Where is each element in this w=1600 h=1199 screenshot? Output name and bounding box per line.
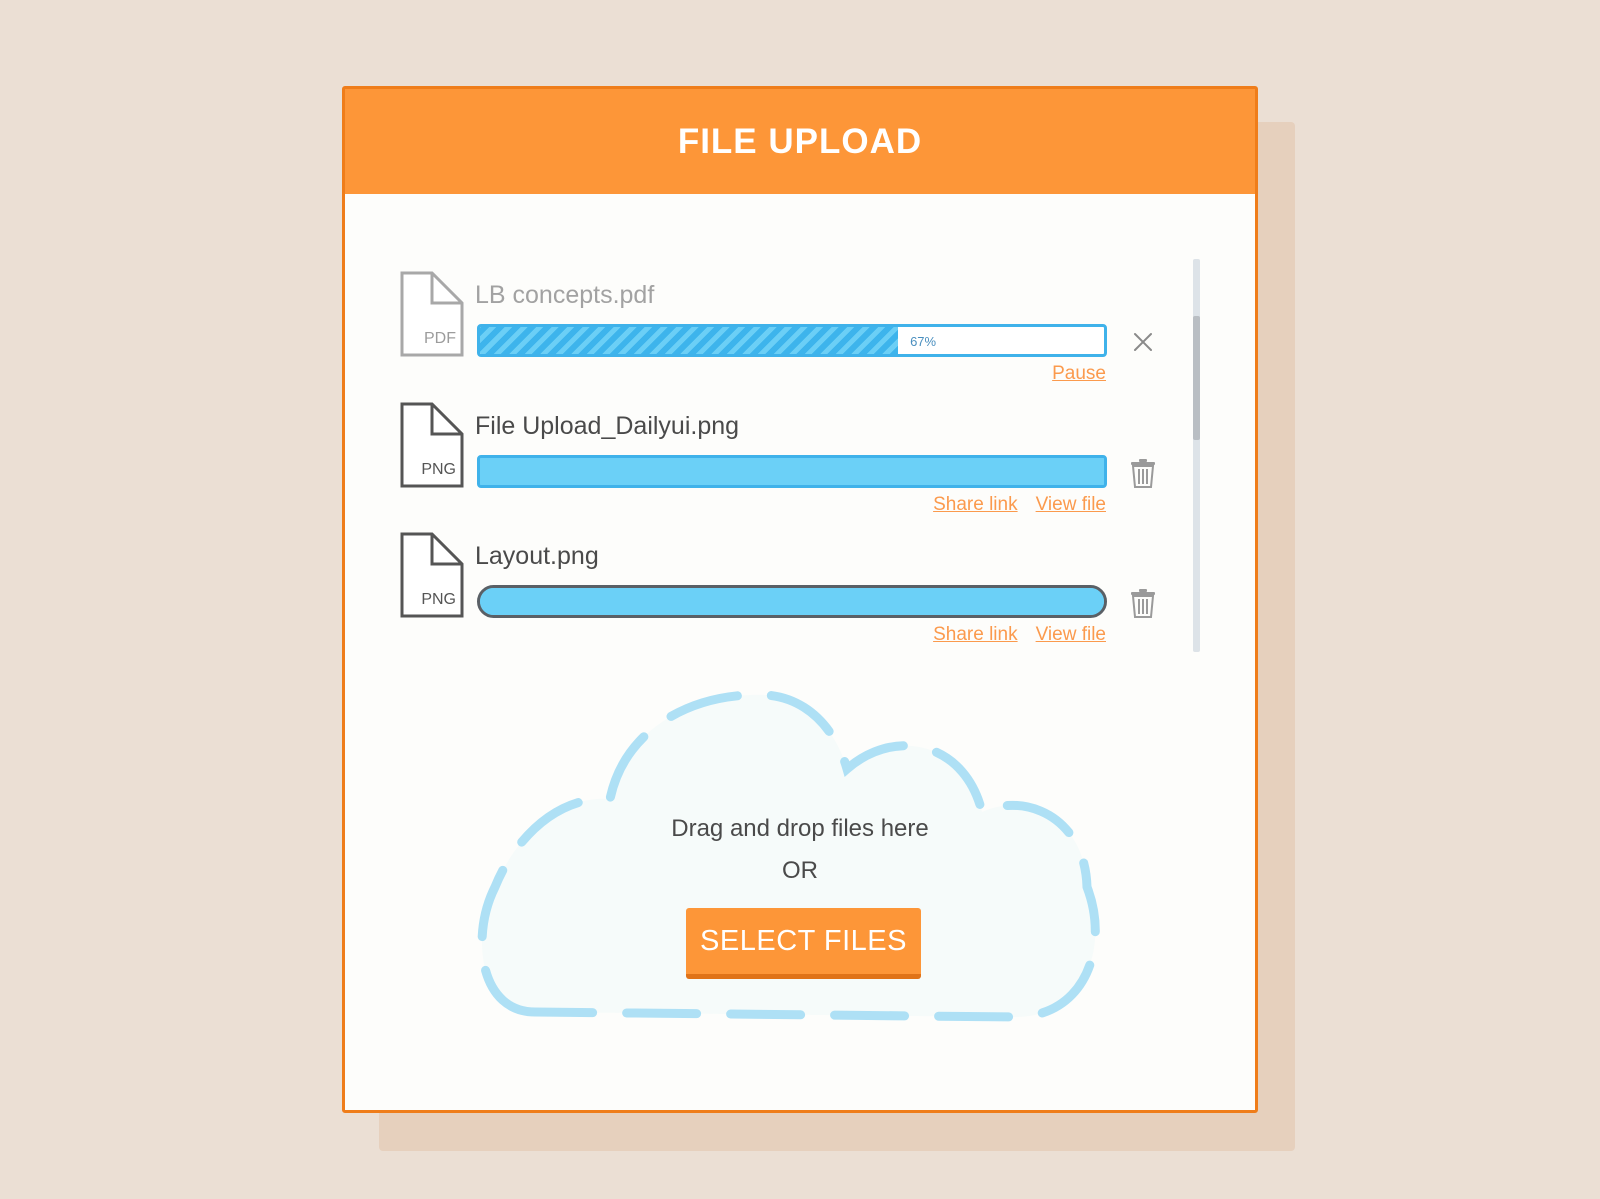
list-item: PNG Layout.png Share link View file xyxy=(345,532,1255,652)
drop-instructions: Drag and drop files here xyxy=(671,815,929,842)
png-file-icon: PNG xyxy=(400,532,464,618)
file-name: File Upload_Dailyui.png xyxy=(475,412,740,440)
file-ext-label: PDF xyxy=(424,330,456,347)
file-name: Layout.png xyxy=(475,542,599,570)
upload-progress-bar: 67% xyxy=(477,324,1107,357)
page-title: FILE UPLOAD xyxy=(677,121,923,161)
close-icon[interactable] xyxy=(1130,329,1156,359)
file-actions: Share link View file xyxy=(933,494,1106,516)
file-actions: Share link View file xyxy=(933,624,1106,646)
png-file-icon: PNG xyxy=(400,402,464,488)
select-files-button[interactable]: SELECT FILES xyxy=(686,908,921,979)
share-link[interactable]: Share link xyxy=(933,494,1018,516)
file-list-scrollbar[interactable] xyxy=(1193,259,1200,652)
trash-icon[interactable] xyxy=(1130,458,1156,488)
view-file-link[interactable]: View file xyxy=(1036,494,1106,516)
progress-fill xyxy=(480,458,1104,485)
file-ext-label: PNG xyxy=(421,591,456,608)
progress-fill xyxy=(480,588,1104,615)
list-item: PDF LB concepts.pdf 67% Pause xyxy=(345,271,1255,391)
progress-percent: 67% xyxy=(910,334,937,349)
file-ext-label: PNG xyxy=(421,461,456,478)
file-name: LB concepts.pdf xyxy=(475,281,655,309)
upload-progress-bar xyxy=(477,455,1107,488)
view-file-link[interactable]: View file xyxy=(1036,624,1106,646)
progress-fill xyxy=(480,327,899,354)
trash-icon[interactable] xyxy=(1130,588,1156,618)
file-upload-panel: FILE UPLOAD PDF LB concepts.pdf 67% Paus… xyxy=(342,86,1258,1113)
or-divider: OR xyxy=(782,857,818,884)
panel-header: FILE UPLOAD xyxy=(345,89,1255,194)
file-actions: Pause xyxy=(1052,363,1106,385)
pdf-file-icon: PDF xyxy=(400,271,464,357)
scrollbar-thumb[interactable] xyxy=(1193,316,1200,440)
list-item: PNG File Upload_Dailyui.png Share link V… xyxy=(345,402,1255,522)
upload-progress-bar xyxy=(477,585,1107,618)
pause-link[interactable]: Pause xyxy=(1052,363,1106,385)
share-link[interactable]: Share link xyxy=(933,624,1018,646)
